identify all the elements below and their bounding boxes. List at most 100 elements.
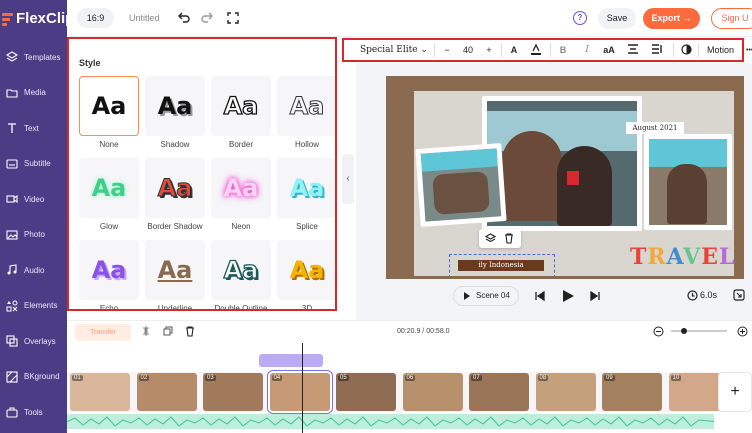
previous-scene-icon[interactable] — [535, 291, 545, 301]
nav-item-bkground[interactable]: BKground — [0, 361, 67, 393]
fullscreen-icon[interactable] — [226, 11, 240, 25]
italic-button[interactable]: I — [579, 45, 595, 55]
flexclip-editor: FlexClip Templates Media Text Subtitle Video… — [0, 0, 752, 433]
nav-item-photo[interactable]: Photo — [0, 219, 67, 251]
nav-item-audio[interactable]: Audio — [0, 254, 67, 286]
split-icon[interactable] — [141, 326, 151, 336]
date-caption[interactable]: August 2021 — [626, 122, 684, 134]
trash-icon[interactable] — [504, 233, 514, 244]
style-tile-border-shadow[interactable]: Aa — [145, 158, 205, 218]
audio-track[interactable] — [66, 414, 715, 429]
video-icon — [6, 194, 18, 204]
scene-selector[interactable]: Scene 04 — [453, 286, 519, 306]
top-bar: 16:9 Untitled ? Save Export → Sign U — [67, 0, 752, 37]
folder-icon — [6, 88, 18, 98]
video-canvas[interactable]: August 2021 ily Indonesia TRAVEL — [386, 76, 744, 279]
nav-item-label: Subtitle — [24, 159, 51, 168]
timeline-clip[interactable]: 04 — [267, 371, 332, 413]
timeline: Transfer 00:20.9 / 00:58.0 01 02 03 04 05 06 0… — [66, 320, 752, 433]
timeline-clip[interactable]: 07 — [469, 373, 529, 411]
redo-icon[interactable] — [200, 11, 214, 25]
nav-item-label: Elements — [24, 301, 58, 310]
nav-item-templates[interactable]: Templates — [0, 41, 67, 73]
nav-item-video[interactable]: Video — [0, 183, 67, 215]
text-color-icon[interactable]: A — [506, 45, 522, 55]
style-tile-3d[interactable]: Aa — [277, 240, 335, 300]
nav-item-text[interactable]: Text — [0, 112, 67, 144]
sign-up-button[interactable]: Sign U — [711, 8, 752, 29]
nav-item-elements[interactable]: Elements — [0, 290, 67, 322]
style-tile-underline[interactable]: Aa — [145, 240, 205, 300]
style-tile-double-outline[interactable]: Aa — [211, 240, 271, 300]
style-tile-splice[interactable]: Aa — [277, 158, 335, 218]
font-size-decrease-button[interactable]: − — [439, 45, 455, 55]
highlight-color-icon[interactable] — [528, 43, 544, 57]
opacity-icon[interactable] — [678, 43, 694, 57]
expand-preview-icon[interactable] — [733, 289, 745, 301]
right-photo[interactable] — [644, 134, 732, 230]
style-preview-text: Aa — [289, 256, 325, 284]
clip-number: 10 — [670, 375, 682, 381]
case-button[interactable]: aA — [601, 45, 617, 55]
help-icon[interactable]: ? — [573, 11, 587, 25]
timeline-clip[interactable]: 06 — [402, 373, 463, 411]
logo[interactable]: FlexClip — [2, 10, 74, 27]
align-icon[interactable] — [625, 44, 641, 56]
zoom-out-icon[interactable] — [653, 326, 664, 337]
style-tile-hollow[interactable]: Aa — [277, 76, 335, 136]
add-scene-button[interactable]: + — [718, 372, 752, 412]
playhead-handle[interactable] — [259, 354, 323, 367]
save-button[interactable]: Save — [598, 8, 636, 29]
style-tile-neon[interactable]: Aa — [211, 158, 271, 218]
export-button[interactable]: Export → — [643, 8, 700, 29]
music-icon — [7, 264, 17, 275]
play-icon[interactable] — [562, 289, 575, 303]
font-size-increase-button[interactable]: + — [481, 45, 497, 55]
nav-item-overlays[interactable]: Overlays — [0, 325, 67, 357]
style-tile-glow[interactable]: Aa — [79, 158, 139, 218]
layers-icon[interactable] — [485, 233, 496, 244]
nav-item-subtitle[interactable]: Subtitle — [0, 148, 67, 180]
transfer-button[interactable]: Transfer — [75, 324, 131, 341]
tools-icon — [6, 407, 18, 418]
timeline-clip[interactable]: 02 — [136, 373, 197, 411]
nav-item-tools[interactable]: Tools — [0, 396, 67, 428]
aspect-ratio-button[interactable]: 16:9 — [77, 8, 114, 28]
spacing-icon[interactable] — [649, 44, 665, 56]
nav-item-label: Video — [24, 194, 45, 204]
nav-item-media[interactable]: Media — [0, 77, 67, 109]
duplicate-icon[interactable] — [163, 326, 173, 336]
motion-button[interactable]: Motion — [707, 45, 734, 55]
selected-text-element[interactable]: ily Indonesia — [458, 260, 544, 271]
travel-sticker[interactable]: TRAVEL — [630, 244, 735, 270]
collapse-panel-button[interactable]: ‹ — [342, 154, 354, 204]
undo-icon[interactable] — [177, 11, 191, 25]
timeline-clip[interactable]: 03 — [203, 373, 263, 411]
timeline-clip[interactable]: 01 — [70, 373, 130, 411]
next-scene-icon[interactable] — [590, 291, 600, 301]
canvas-area: August 2021 ily Indonesia TRAVEL Scene 0… — [356, 63, 752, 320]
style-tile-border[interactable]: Aa — [211, 76, 271, 136]
style-tile-label: Echo — [99, 304, 119, 311]
text-style-panel: Style Aa None Aa Shadow Aa Border Aa Hollow Aa Gl… — [67, 37, 337, 311]
clip-number: 03 — [205, 375, 216, 381]
timeline-clip[interactable]: 08 — [535, 373, 596, 411]
left-photo[interactable] — [415, 143, 507, 227]
style-preview-text: Aa — [223, 255, 259, 284]
style-tile-none[interactable]: Aa — [79, 76, 139, 136]
scene-duration[interactable]: 6.0s — [700, 290, 717, 300]
style-tile-echo[interactable]: Aa — [79, 240, 139, 300]
timeline-clip[interactable]: 09 — [602, 373, 662, 411]
clip-number: 05 — [338, 375, 349, 381]
main-photo[interactable] — [482, 96, 642, 231]
font-size-input[interactable]: 40 — [455, 45, 481, 55]
style-tile-shadow[interactable]: Aa — [145, 76, 205, 136]
font-family-select[interactable]: Special Elite ⌄ — [360, 45, 430, 55]
bold-button[interactable]: B — [555, 45, 571, 55]
timeline-clip[interactable]: 05 — [336, 373, 396, 411]
zoom-in-icon[interactable] — [737, 326, 748, 337]
more-options-button[interactable]: ••• — [746, 47, 752, 54]
project-title[interactable]: Untitled — [129, 13, 160, 23]
zoom-slider[interactable] — [671, 328, 727, 334]
delete-icon[interactable] — [185, 326, 195, 337]
